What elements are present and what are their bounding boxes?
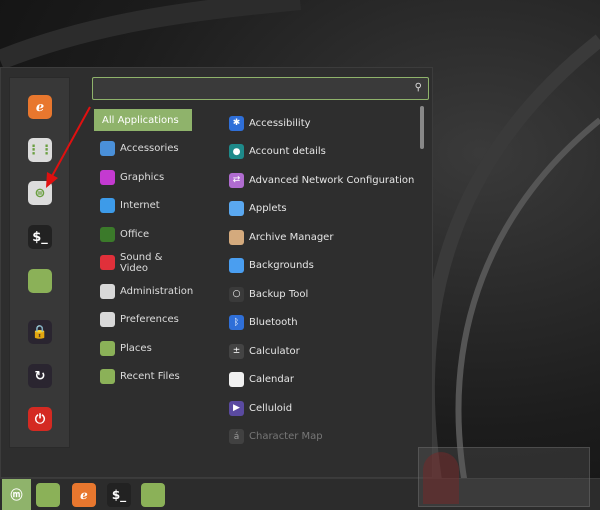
category-recent-files[interactable]: Recent Files <box>94 366 192 388</box>
accessibility-icon: ✱ <box>229 115 244 131</box>
app-item[interactable]: ⇄ Advanced Network Configuration <box>229 169 414 191</box>
app-label: Accessibility <box>249 117 311 129</box>
category-accessories[interactable]: Accessories <box>94 138 192 160</box>
app-item[interactable]: ± Calculator <box>229 340 300 362</box>
panel-show-desktop-button[interactable] <box>36 483 60 507</box>
preferences-icon <box>100 312 115 327</box>
app-item[interactable]: ✱ Accessibility <box>229 112 311 134</box>
app-label: Backup Tool <box>249 288 309 300</box>
category-label: Recent Files <box>120 371 180 382</box>
sound-video-icon <box>100 255 115 270</box>
app-item[interactable]: ○ Backup Tool <box>229 283 308 305</box>
mint-menu-icon: ⓜ <box>10 488 23 502</box>
bluetooth-icon: ᛒ <box>229 315 244 330</box>
category-places[interactable]: Places <box>94 337 192 359</box>
app-label: Advanced Network Configuration <box>249 174 415 186</box>
category-label: All Applications <box>102 114 179 126</box>
app-item[interactable]: Applets <box>229 198 287 220</box>
sidebar-files-button[interactable] <box>28 269 52 293</box>
files-icon <box>141 483 165 507</box>
category-administration[interactable]: Administration <box>94 280 194 302</box>
sidebar-lock-screen-button[interactable]: 🔒 <box>28 320 52 344</box>
search-input[interactable]: ⚲ <box>92 77 429 100</box>
category-internet[interactable]: Internet <box>94 195 192 217</box>
firefox-icon: ℯ <box>35 99 45 115</box>
category-label: Administration <box>120 285 194 297</box>
lock-screen-icon: 🔒 <box>31 324 49 340</box>
account-details-icon: ● <box>229 144 244 159</box>
calendar-icon <box>229 372 244 387</box>
backup-tool-icon: ○ <box>229 286 244 302</box>
graphics-icon <box>100 169 115 185</box>
sidebar-quit-button[interactable]: ⏻ <box>28 407 52 431</box>
sidebar-firefox-button[interactable]: ℯ <box>28 95 52 119</box>
sidebar-terminal-button[interactable]: $_ <box>28 225 52 249</box>
quit-icon: ⏻ <box>34 411 46 427</box>
internet-icon <box>100 198 115 213</box>
category-label: Office <box>120 228 150 240</box>
panel-firefox-button[interactable]: ℯ <box>72 483 96 507</box>
app-label: Archive Manager <box>249 231 334 243</box>
search-icon: ⚲ <box>414 82 422 93</box>
category-graphics[interactable]: Graphics <box>94 166 192 188</box>
app-label: Calculator <box>249 345 300 357</box>
archive-manager-icon <box>229 229 244 245</box>
app-item[interactable]: Calendar <box>229 369 294 391</box>
category-office[interactable]: Office <box>94 223 192 245</box>
app-item[interactable]: Backgrounds <box>229 255 314 277</box>
sidebar-system-settings-button[interactable]: ⊜ <box>28 181 52 205</box>
watermark-logo <box>418 447 590 507</box>
calculator-icon: ± <box>229 343 244 359</box>
logout-icon: ↻ <box>34 368 46 384</box>
app-item[interactable]: ᛒ Bluetooth <box>229 312 298 334</box>
applets-icon <box>229 201 244 216</box>
panel-mint-menu-button[interactable]: ⓜ <box>2 479 31 510</box>
category-label: Graphics <box>120 171 165 183</box>
administration-icon <box>100 283 115 299</box>
app-item[interactable]: ● Account details <box>229 141 326 163</box>
category-all-applications[interactable]: All Applications <box>94 109 192 131</box>
sidebar-logout-button[interactable]: ↻ <box>28 364 52 388</box>
sidebar-software-manager-button[interactable]: ⋮⋮ <box>27 138 53 162</box>
app-label: Character Map <box>249 431 323 442</box>
recent-files-icon <box>100 369 115 384</box>
firefox-icon: ℯ <box>80 488 88 502</box>
software-manager-icon: ⋮⋮ <box>27 142 53 158</box>
favorites-sidebar: ℯ ⋮⋮ ⊜ $_ 🔒 ↻ ⏻ <box>9 77 70 448</box>
app-label: Backgrounds <box>249 260 314 271</box>
system-settings-icon: ⊜ <box>34 185 46 201</box>
app-label: Celluloid <box>249 402 293 414</box>
panel-files-button[interactable] <box>141 483 165 507</box>
app-label: Applets <box>249 203 287 214</box>
app-label: Account details <box>249 146 326 157</box>
category-sound-video[interactable]: Sound & Video <box>94 252 192 274</box>
app-item[interactable]: Archive Manager <box>229 226 333 248</box>
app-item[interactable]: ▶ Celluloid <box>229 397 292 419</box>
advanced-network-configuration-icon: ⇄ <box>229 172 244 188</box>
category-label: Internet <box>120 200 160 211</box>
terminal-icon: $_ <box>32 229 48 245</box>
app-item[interactable]: á Character Map <box>229 426 323 448</box>
panel-terminal-button[interactable]: $_ <box>107 483 131 507</box>
character-map-icon: á <box>229 429 244 444</box>
category-preferences[interactable]: Preferences <box>94 309 192 331</box>
app-label: Bluetooth <box>249 317 298 328</box>
celluloid-icon: ▶ <box>229 400 244 416</box>
backgrounds-icon <box>229 258 244 273</box>
terminal-icon: $_ <box>111 488 127 502</box>
app-label: Calendar <box>249 374 294 385</box>
office-icon <box>100 226 115 242</box>
accessories-icon <box>100 141 115 156</box>
category-label: Accessories <box>120 143 179 154</box>
scrollbar[interactable] <box>420 106 424 149</box>
category-label: Preferences <box>120 314 179 325</box>
places-icon <box>100 340 115 356</box>
category-label: Sound & Video <box>120 251 163 274</box>
application-menu: ℯ ⋮⋮ ⊜ $_ 🔒 ↻ ⏻ ⚲ All Applications Accessories G… <box>0 67 433 478</box>
show-desktop-icon <box>36 483 60 507</box>
category-label: Places <box>120 342 152 354</box>
